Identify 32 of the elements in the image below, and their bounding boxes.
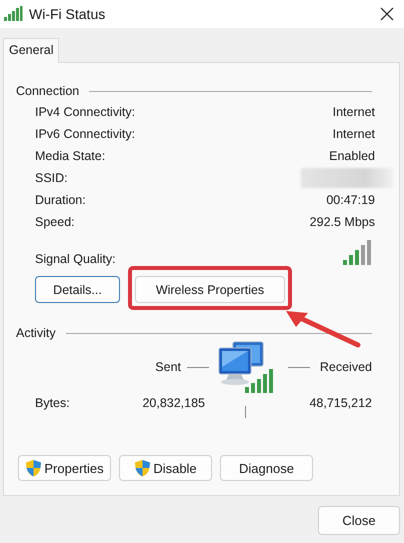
field-label: Signal Quality:: [35, 252, 116, 266]
window-title: Wi-Fi Status: [29, 6, 106, 22]
group-heading: Connection: [16, 84, 80, 98]
close-icon[interactable]: [380, 7, 394, 21]
shield-icon: [25, 459, 42, 477]
field-value: Internet: [332, 105, 375, 119]
signal-bars-icon: [343, 240, 373, 266]
group-heading: Activity: [16, 326, 56, 340]
close-button[interactable]: Close: [318, 506, 400, 535]
shield-icon: [134, 459, 152, 477]
wifi-signal-icon: [3, 6, 23, 22]
field-value: 292.5 Mbps: [310, 215, 375, 229]
sent-value: 20,832,185: [142, 396, 205, 410]
action-button[interactable]: Disable: [119, 455, 212, 481]
field-value: 00:47:19: [326, 193, 375, 207]
field-label: Speed:: [35, 215, 75, 229]
action-button[interactable]: Properties: [18, 455, 111, 481]
field-label: Bytes:: [35, 396, 71, 410]
details-button[interactable]: Details...: [35, 276, 120, 303]
field-label: Duration:: [35, 193, 86, 207]
field-label: Media State:: [35, 149, 106, 163]
column-heading: Sent: [155, 360, 181, 374]
field-label: SSID:: [35, 171, 68, 185]
received-value: 48,715,212: [309, 396, 372, 410]
action-button[interactable]: Diagnose: [220, 455, 313, 481]
field-label: IPv4 Connectivity:: [35, 105, 136, 119]
field-value: Enabled: [329, 149, 375, 163]
field-value: Internet: [332, 127, 375, 141]
field-label: IPv6 Connectivity:: [35, 127, 136, 141]
column-heading: Received: [320, 360, 372, 374]
tab[interactable]: General: [3, 38, 60, 63]
wireless-properties-button[interactable]: Wireless Properties: [135, 276, 285, 303]
